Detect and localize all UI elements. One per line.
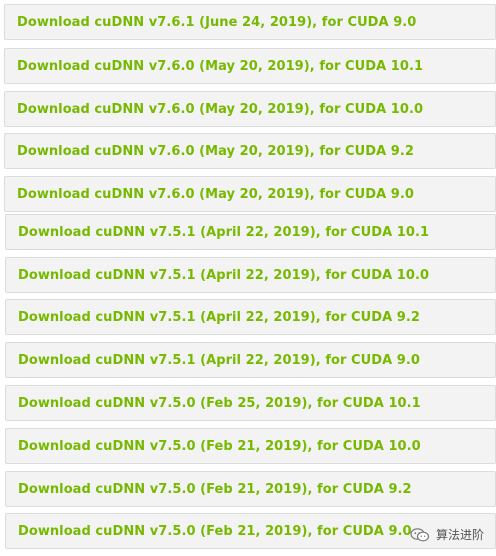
download-row-12[interactable]: Download cuDNN v7.5.0 (Feb 21, 2019), fo… [5,471,496,507]
wechat-icon [410,527,430,542]
download-link[interactable]: Download cuDNN v7.6.0 (May 20, 2019), fo… [5,59,423,74]
download-row-4[interactable]: Download cuDNN v7.6.0 (May 20, 2019), fo… [4,133,496,169]
download-link[interactable]: Download cuDNN v7.6.1 (June 24, 2019), f… [5,15,416,30]
download-row-1[interactable]: Download cuDNN v7.6.1 (June 24, 2019), f… [4,4,496,40]
cudnn-download-list: Download cuDNN v7.6.1 (June 24, 2019), f… [0,0,496,556]
watermark: 算法进阶 [410,526,484,543]
download-link[interactable]: Download cuDNN v7.5.1 (April 22, 2019), … [6,310,420,325]
download-link[interactable]: Download cuDNN v7.6.0 (May 20, 2019), fo… [5,144,414,159]
download-link[interactable]: Download cuDNN v7.5.0 (Feb 21, 2019), fo… [6,439,421,454]
download-link[interactable]: Download cuDNN v7.6.0 (May 20, 2019), fo… [5,102,423,117]
download-row-5[interactable]: Download cuDNN v7.6.0 (May 20, 2019), fo… [4,176,496,212]
download-link[interactable]: Download cuDNN v7.5.1 (April 22, 2019), … [6,225,429,240]
download-link[interactable]: Download cuDNN v7.5.1 (April 22, 2019), … [6,353,420,368]
download-link[interactable]: Download cuDNN v7.5.0 (Feb 21, 2019), fo… [6,482,412,497]
download-row-9[interactable]: Download cuDNN v7.5.1 (April 22, 2019), … [5,342,496,378]
download-row-8[interactable]: Download cuDNN v7.5.1 (April 22, 2019), … [5,299,496,335]
download-row-3[interactable]: Download cuDNN v7.6.0 (May 20, 2019), fo… [4,91,496,127]
download-row-10[interactable]: Download cuDNN v7.5.0 (Feb 25, 2019), fo… [5,385,496,421]
download-row-11[interactable]: Download cuDNN v7.5.0 (Feb 21, 2019), fo… [5,428,496,464]
download-link[interactable]: Download cuDNN v7.5.0 (Feb 21, 2019), fo… [6,524,412,539]
download-link[interactable]: Download cuDNN v7.6.0 (May 20, 2019), fo… [5,187,414,202]
download-row-7[interactable]: Download cuDNN v7.5.1 (April 22, 2019), … [5,257,496,293]
download-row-2[interactable]: Download cuDNN v7.6.0 (May 20, 2019), fo… [4,48,496,84]
download-row-6[interactable]: Download cuDNN v7.5.1 (April 22, 2019), … [5,214,496,250]
download-link[interactable]: Download cuDNN v7.5.0 (Feb 25, 2019), fo… [6,396,421,411]
watermark-text: 算法进阶 [435,528,484,542]
download-link[interactable]: Download cuDNN v7.5.1 (April 22, 2019), … [6,268,429,283]
